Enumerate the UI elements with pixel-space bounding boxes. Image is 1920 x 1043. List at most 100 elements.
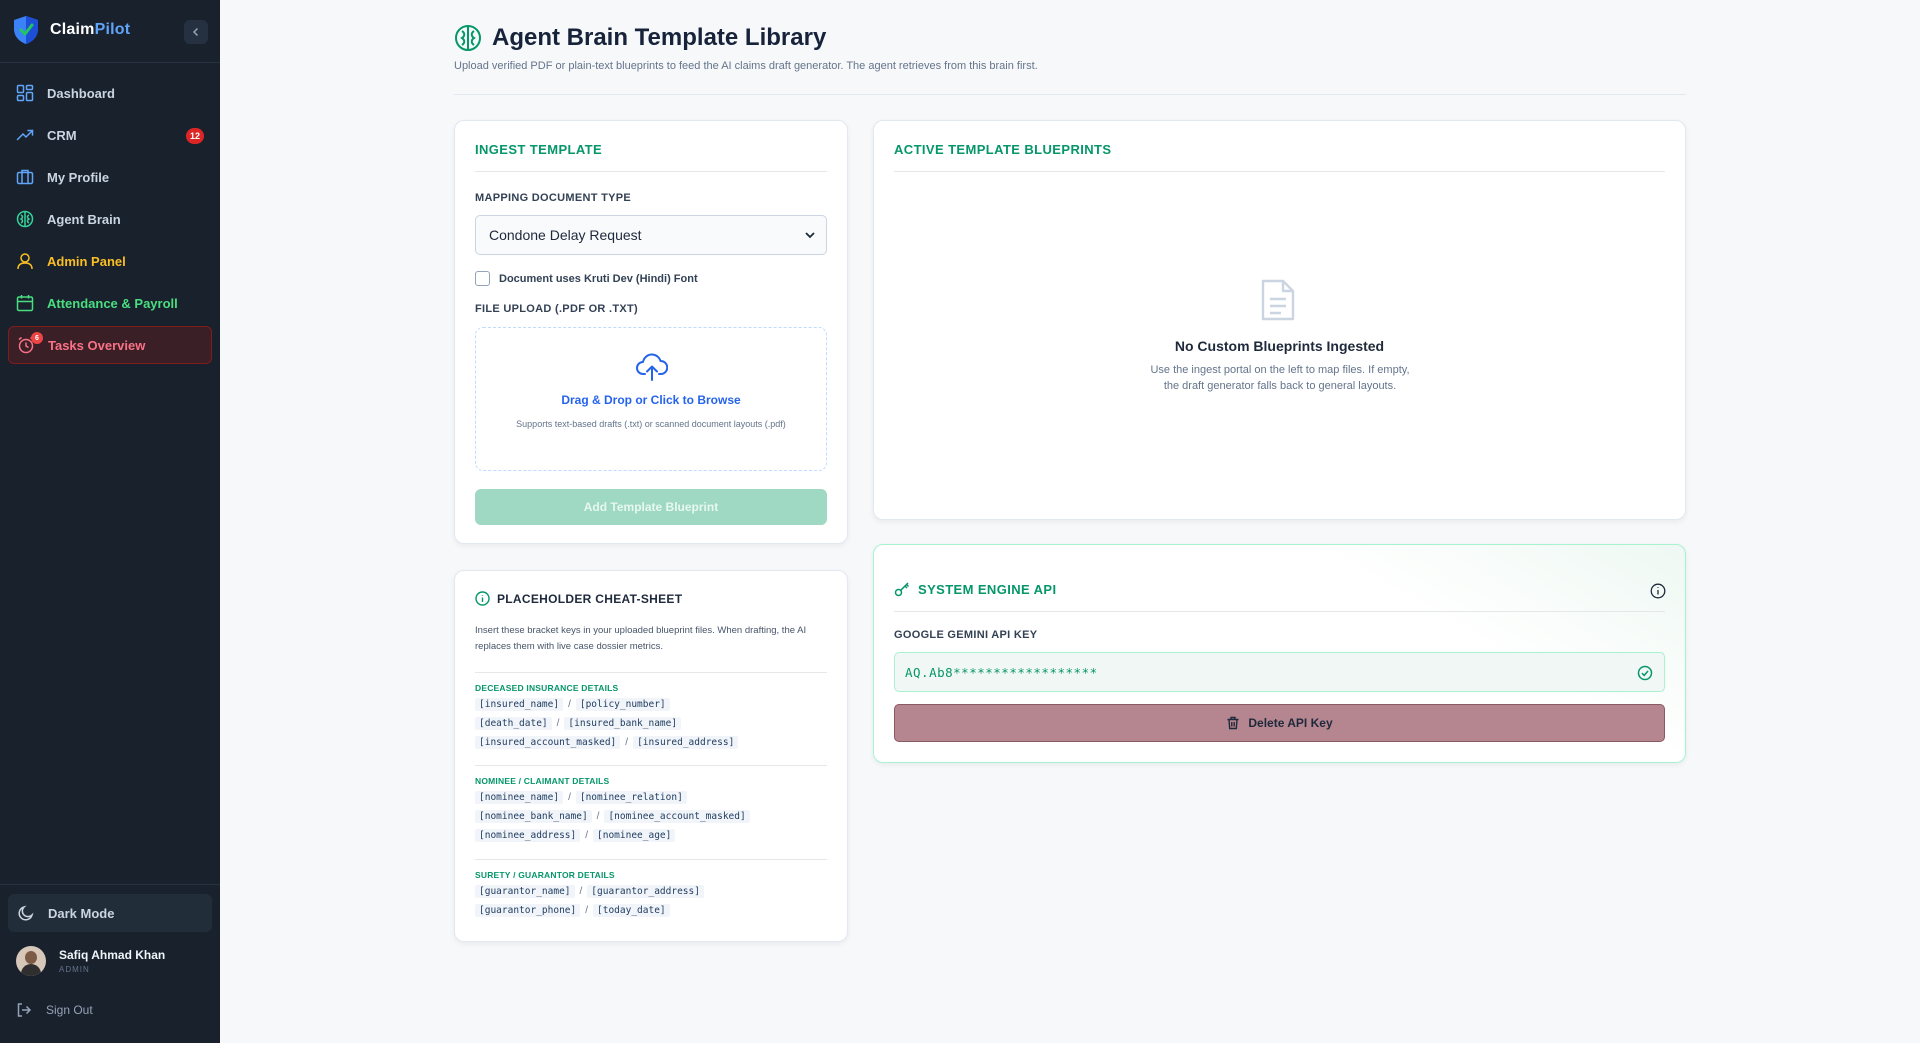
logout-icon	[17, 1003, 32, 1017]
file-upload-label: FILE UPLOAD (.PDF OR .TXT)	[475, 303, 639, 315]
chevron-down-icon	[805, 232, 815, 239]
placeholder-chip[interactable]: [insured_bank_name]	[564, 716, 682, 730]
card-divider	[475, 171, 827, 172]
tasks-count-badge: 6	[31, 332, 43, 344]
cheatsheet-section-deceased: DECEASED INSURANCE DETAILS [insured_name…	[475, 672, 827, 749]
dropzone-help: Supports text-based drafts (.txt) or sca…	[516, 419, 786, 429]
placeholder-chip[interactable]: [guarantor_phone]	[475, 903, 581, 917]
sidebar-item-label: My Profile	[47, 169, 110, 185]
placeholder-chip[interactable]: [today_date]	[593, 903, 670, 917]
separator: /	[568, 791, 571, 803]
separator: /	[585, 904, 589, 916]
placeholder-chip[interactable]: [guarantor_address]	[587, 884, 704, 898]
cheatsheet-section-nominee: NOMINEE / CLAIMANT DETAILS [nominee_name…	[475, 765, 827, 842]
kruti-dev-label: Document uses Kruti Dev (Hindi) Font	[499, 272, 698, 285]
separator: /	[568, 698, 571, 710]
placeholder-chip[interactable]: [nominee_relation]	[575, 790, 687, 804]
sidebar-item-label: Admin Panel	[47, 253, 126, 269]
separator: /	[596, 810, 600, 822]
page-header: Agent Brain Template Library	[454, 24, 826, 52]
sidebar-item-dashboard[interactable]: Dashboard	[8, 74, 212, 112]
placeholder-row: [guarantor_name] / [guarantor_address]	[475, 884, 827, 898]
collapse-sidebar-button[interactable]	[184, 20, 208, 44]
user-profile[interactable]: Safiq Ahmad Khan ADMIN	[16, 946, 165, 976]
sidebar-bottom-divider	[0, 884, 220, 885]
brain-icon	[455, 25, 481, 51]
placeholder-chip[interactable]: [insured_address]	[633, 735, 739, 749]
delete-api-key-label: Delete API Key	[1248, 716, 1333, 730]
brand-name: ClaimPilot	[50, 21, 131, 38]
cheatsheet-header: PLACEHOLDER CHEAT-SHEET	[475, 591, 682, 606]
card-divider	[894, 611, 1665, 612]
empty-state-text: Use the ingest portal on the left to map…	[1150, 364, 1410, 392]
brand[interactable]: ClaimPilot	[12, 14, 130, 46]
user-meta: Safiq Ahmad Khan ADMIN	[59, 948, 165, 974]
sidebar-item-label: Dashboard	[47, 85, 115, 101]
placeholder-row: [insured_name] / [policy_number]	[475, 697, 827, 711]
blueprints-card-title: ACTIVE TEMPLATE BLUEPRINTS	[894, 142, 1112, 157]
empty-state-title: No Custom Blueprints Ingested	[1174, 338, 1385, 354]
api-card-header: SYSTEM ENGINE API	[894, 581, 1057, 597]
sidebar-item-label: CRM	[47, 127, 77, 143]
header-divider	[454, 94, 1686, 95]
check-circle-icon	[1637, 665, 1653, 681]
moon-icon	[18, 905, 34, 921]
user-icon	[17, 253, 33, 270]
sidebar-item-admin-panel[interactable]: Admin Panel	[8, 242, 212, 280]
add-template-button[interactable]: Add Template Blueprint	[475, 489, 827, 525]
api-key-field[interactable]: AQ.Ab8******************	[894, 652, 1665, 692]
doc-type-value: Condone Delay Request	[489, 227, 642, 243]
dark-mode-toggle[interactable]: Dark Mode	[8, 894, 212, 932]
info-icon	[475, 591, 490, 606]
sidebar-item-tasks-overview[interactable]: 6 Tasks Overview	[8, 326, 212, 364]
page-subtitle: Upload verified PDF or plain-text bluepr…	[454, 60, 1038, 72]
kruti-dev-option[interactable]: Document uses Kruti Dev (Hindi) Font	[475, 271, 698, 286]
dropzone-title: Drag & Drop or Click to Browse	[561, 393, 741, 407]
placeholder-chip[interactable]: [insured_account_masked]	[475, 735, 621, 749]
separator: /	[625, 736, 629, 748]
section-title: DECEASED INSURANCE DETAILS	[475, 683, 619, 693]
cheatsheet-title: PLACEHOLDER CHEAT-SHEET	[497, 591, 683, 606]
dark-mode-label: Dark Mode	[48, 905, 115, 921]
section-title: NOMINEE / CLAIMANT DETAILS	[475, 776, 610, 786]
section-title: SURETY / GUARANTOR DETAILS	[475, 870, 615, 880]
api-key-label: GOOGLE GEMINI API KEY	[894, 629, 1038, 641]
ingest-card-title: INGEST TEMPLATE	[475, 142, 603, 157]
api-key-value: AQ.Ab8******************	[905, 664, 1098, 680]
placeholder-chip[interactable]: [policy_number]	[575, 697, 670, 711]
kruti-dev-checkbox[interactable]	[475, 271, 490, 286]
trash-icon	[1227, 716, 1239, 730]
sidebar-item-my-profile[interactable]: My Profile	[8, 158, 212, 196]
document-icon	[1261, 279, 1295, 321]
page-title: Agent Brain Template Library	[492, 24, 827, 51]
sign-out-button[interactable]: Sign Out	[16, 1002, 93, 1018]
info-icon[interactable]	[1650, 583, 1666, 599]
sidebar-item-agent-brain[interactable]: Agent Brain	[8, 200, 212, 238]
sidebar-item-attendance-payroll[interactable]: Attendance & Payroll	[8, 284, 212, 322]
placeholder-chip[interactable]: [nominee_account_masked]	[604, 809, 750, 823]
sidebar-item-label: Attendance & Payroll	[47, 295, 178, 311]
placeholder-chip[interactable]: [insured_name]	[475, 697, 564, 711]
avatar	[16, 946, 46, 976]
sidebar-item-label: Agent Brain	[47, 211, 121, 227]
placeholder-chip[interactable]: [guarantor_name]	[475, 884, 575, 898]
briefcase-icon	[16, 169, 34, 185]
placeholder-chip[interactable]: [nominee_bank_name]	[475, 809, 592, 823]
system-engine-api-card: SYSTEM ENGINE API GOOGLE GEMINI API KEY …	[873, 544, 1686, 763]
cheatsheet-section-guarantor: SURETY / GUARANTOR DETAILS [guarantor_na…	[475, 859, 827, 917]
calendar-icon	[16, 295, 34, 312]
file-dropzone[interactable]: Drag & Drop or Click to Browse Supports …	[475, 327, 827, 471]
key-icon	[894, 582, 910, 597]
sidebar-item-crm[interactable]: CRM 12	[8, 116, 212, 154]
sidebar-divider	[0, 62, 220, 63]
placeholder-chip[interactable]: [nominee_address]	[475, 828, 581, 842]
placeholder-chip[interactable]: [death_date]	[475, 716, 552, 730]
sidebar: ClaimPilot Dashboard CRM 12 My Profile A…	[0, 0, 220, 1043]
placeholder-chip[interactable]: [nominee_age]	[593, 828, 676, 842]
delete-api-key-button[interactable]: Delete API Key	[894, 704, 1665, 742]
placeholder-row: [insured_account_masked] / [insured_addres…	[475, 735, 827, 749]
separator: /	[556, 717, 560, 729]
placeholder-chip[interactable]: [nominee_name]	[475, 790, 564, 804]
active-blueprints-card: ACTIVE TEMPLATE BLUEPRINTS No Custom Blu…	[873, 120, 1686, 520]
doc-type-select[interactable]: Condone Delay Request	[475, 215, 827, 255]
